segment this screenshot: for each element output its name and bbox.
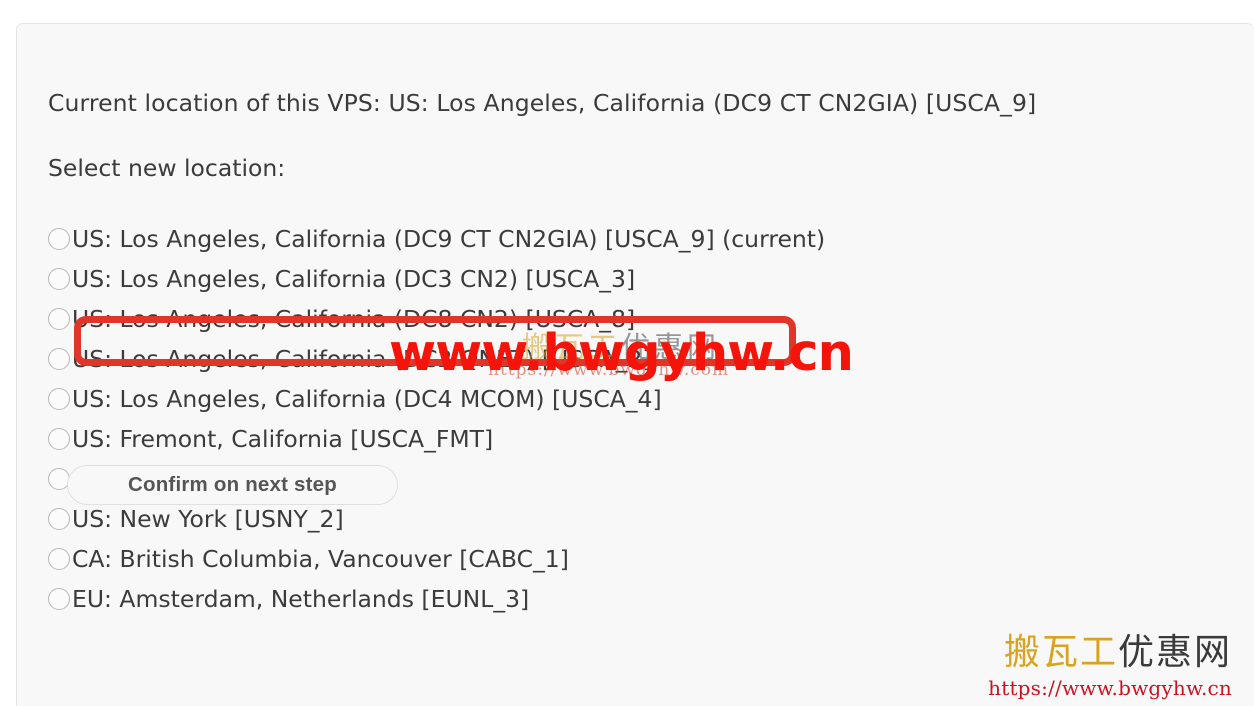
radio-button-icon[interactable] [48, 228, 70, 250]
location-panel-content: Current location of this VPS: US: Los An… [48, 24, 1254, 706]
location-option-label: EU: Amsterdam, Netherlands [EUNL_3] [72, 585, 530, 614]
location-panel-card: Current location of this VPS: US: Los An… [16, 23, 1254, 706]
radio-button-icon[interactable] [48, 308, 70, 330]
location-option-row[interactable]: US: Los Angeles, California (DC2 QNET) [… [48, 339, 1148, 379]
location-radio-group[interactable]: US: Los Angeles, California (DC9 CT CN2G… [48, 219, 1148, 619]
location-option-row[interactable]: US: Los Angeles, California (DC3 CN2) [U… [48, 259, 1148, 299]
location-option-label: US: Los Angeles, California (DC4 MCOM) [… [72, 385, 662, 414]
select-new-location-label: Select new location: [48, 154, 286, 182]
location-option-row[interactable]: US: New York [USNY_2] [48, 499, 1148, 539]
location-option-label: CA: British Columbia, Vancouver [CABC_1] [72, 545, 569, 574]
current-location-text: Current location of this VPS: US: Los An… [48, 89, 1037, 117]
radio-button-icon[interactable] [48, 428, 70, 450]
radio-button-icon[interactable] [48, 348, 70, 370]
page-root: Current location of this VPS: US: Los An… [0, 0, 1254, 706]
confirm-on-next-step-button[interactable]: Confirm on next step [67, 465, 398, 505]
location-option-row[interactable]: US: Fremont, California [USCA_FMT] [48, 419, 1148, 459]
location-option-label: US: Los Angeles, California (DC8 CN2) [U… [72, 305, 636, 334]
location-option-row[interactable]: EU: Amsterdam, Netherlands [EUNL_3] [48, 579, 1148, 619]
location-option-label: US: Los Angeles, California (DC2 QNET) [… [72, 345, 652, 374]
location-option-label: US: Los Angeles, California (DC3 CN2) [U… [72, 265, 636, 294]
radio-button-icon[interactable] [48, 388, 70, 410]
radio-button-icon[interactable] [48, 508, 70, 530]
location-option-label: US: Los Angeles, California (DC9 CT CN2G… [72, 225, 826, 254]
radio-button-icon[interactable] [48, 268, 70, 290]
location-option-row-highlighted[interactable]: US: Los Angeles, California (DC8 CN2) [U… [48, 299, 1148, 339]
location-option-label: US: New York [USNY_2] [72, 505, 344, 534]
radio-button-icon[interactable] [48, 548, 70, 570]
location-option-row[interactable]: US: Los Angeles, California (DC9 CT CN2G… [48, 219, 1148, 259]
location-option-row[interactable]: CA: British Columbia, Vancouver [CABC_1] [48, 539, 1148, 579]
radio-button-icon[interactable] [48, 588, 70, 610]
location-option-label: US: Fremont, California [USCA_FMT] [72, 425, 494, 454]
location-option-row[interactable]: US: Los Angeles, California (DC4 MCOM) [… [48, 379, 1148, 419]
